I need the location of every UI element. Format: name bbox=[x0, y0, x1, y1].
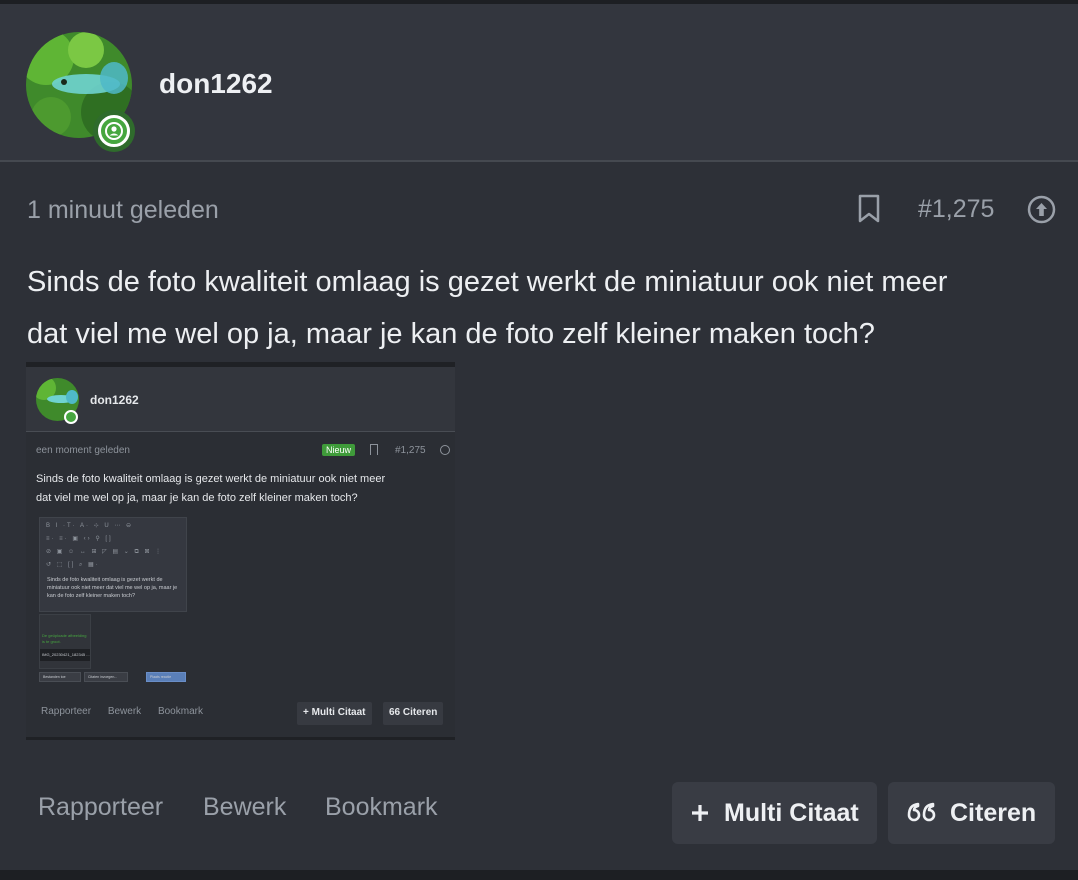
report-link[interactable]: Rapporteer bbox=[38, 793, 163, 822]
online-status-badge bbox=[93, 110, 135, 152]
embedded-text-line: Sinds de foto kwaliteit omlaag is gezet … bbox=[36, 473, 386, 485]
embedded-bookmark-link: Bookmark bbox=[157, 706, 203, 717]
edit-link[interactable]: Bewerk bbox=[203, 793, 286, 822]
embedded-post-reply-button: Plaats reactie bbox=[146, 672, 186, 682]
plus-icon bbox=[690, 803, 710, 823]
embedded-report-link: Rapporteer bbox=[41, 706, 92, 717]
embedded-toolbar-row: ≡· ≡· ▣ ‹› ⚲ [] bbox=[46, 536, 113, 542]
embedded-toolbar-row: B I ·T· A· ⊹ U ⋯ ⊖ bbox=[46, 523, 134, 529]
multi-quote-label: Multi Citaat bbox=[724, 798, 859, 827]
embedded-attachment-file: IMG_20230421_182345 ... bbox=[40, 649, 90, 661]
embedded-time: een moment geleden bbox=[36, 445, 130, 456]
embedded-insert-quote-button: Citaten invoegen... bbox=[84, 672, 128, 682]
post-text-line: Sinds de foto kwaliteit omlaag is gezet … bbox=[27, 266, 948, 298]
embedded-quote-label: Citeren bbox=[402, 707, 438, 718]
post-time[interactable]: 1 minuut geleden bbox=[27, 196, 219, 225]
post-header: don1262 bbox=[0, 4, 1078, 162]
username[interactable]: don1262 bbox=[159, 68, 273, 100]
embedded-quote-button: 66 Citeren bbox=[383, 702, 444, 725]
embedded-multi-quote-button: + Multi Citaat bbox=[297, 702, 372, 725]
bookmark-link[interactable]: Bookmark bbox=[325, 793, 438, 822]
multi-quote-button[interactable]: Multi Citaat bbox=[672, 782, 877, 844]
embedded-editor-buttons: Bestanden toe Citaten invoegen... Plaats… bbox=[39, 672, 187, 682]
embedded-actions: Rapporteer Bewerk Bookmark bbox=[41, 706, 213, 717]
embedded-online-badge bbox=[64, 410, 78, 424]
user-icon bbox=[105, 122, 123, 140]
embedded-editor: B I ·T· A· ⊹ U ⋯ ⊖ ≡· ≡· ▣ ‹› ⚲ [] ⊘ ▣ ☺… bbox=[39, 517, 187, 612]
quote-button[interactable]: Citeren bbox=[888, 782, 1055, 844]
embedded-attach-button: Bestanden toe bbox=[39, 672, 81, 682]
embedded-username: don1262 bbox=[90, 393, 139, 407]
embedded-post-number: #1,275 bbox=[395, 445, 426, 456]
embedded-toolbar-row: ↺ ⬚ [] ⌕ ▦· bbox=[46, 562, 100, 568]
arrow-up-circle-icon[interactable] bbox=[1027, 195, 1056, 224]
post-body: Sinds de foto kwaliteit omlaag is gezet … bbox=[27, 256, 1057, 360]
quote-label: Citeren bbox=[950, 798, 1037, 827]
embedded-screenshot[interactable]: don1262 een moment geleden Nieuw #1,275 … bbox=[26, 362, 455, 740]
bookmark-icon[interactable] bbox=[857, 194, 881, 224]
post-meta: 1 minuut geleden #1,275 bbox=[0, 190, 1078, 230]
embedded-editor-text: Sinds de foto kwaliteit omlaag is gezet … bbox=[47, 577, 178, 599]
post-number[interactable]: #1,275 bbox=[918, 195, 994, 224]
embedded-edit-link: Bewerk bbox=[107, 706, 142, 717]
embedded-quote-icon: 66 bbox=[389, 707, 403, 718]
embedded-toolbar-row: ⊘ ▣ ☺ ↔ ⊞ ◸ ▤ ⌄ ⧉ ⊠ ⋮ bbox=[46, 549, 164, 555]
embedded-bookmark-icon bbox=[370, 444, 378, 455]
embedded-post-text: Sinds de foto kwaliteit omlaag is gezet … bbox=[36, 470, 451, 508]
embedded-attachment-label: De geüploade afbeelding is te groot. bbox=[42, 633, 87, 644]
embedded-text-line: dat viel me wel op ja, maar je kan de fo… bbox=[36, 492, 358, 504]
embedded-new-badge: Nieuw bbox=[322, 444, 356, 456]
embedded-arrow-up-icon bbox=[440, 445, 450, 455]
post-actions: Rapporteer Bewerk Bookmark Multi Citaat … bbox=[0, 782, 1078, 844]
embedded-attachment: De geüploade afbeelding is te groot. IMG… bbox=[39, 614, 91, 669]
post-text-line: dat viel me wel op ja, maar je kan de fo… bbox=[27, 318, 875, 350]
bottom-edge bbox=[0, 870, 1078, 880]
quote-icon bbox=[906, 802, 936, 824]
